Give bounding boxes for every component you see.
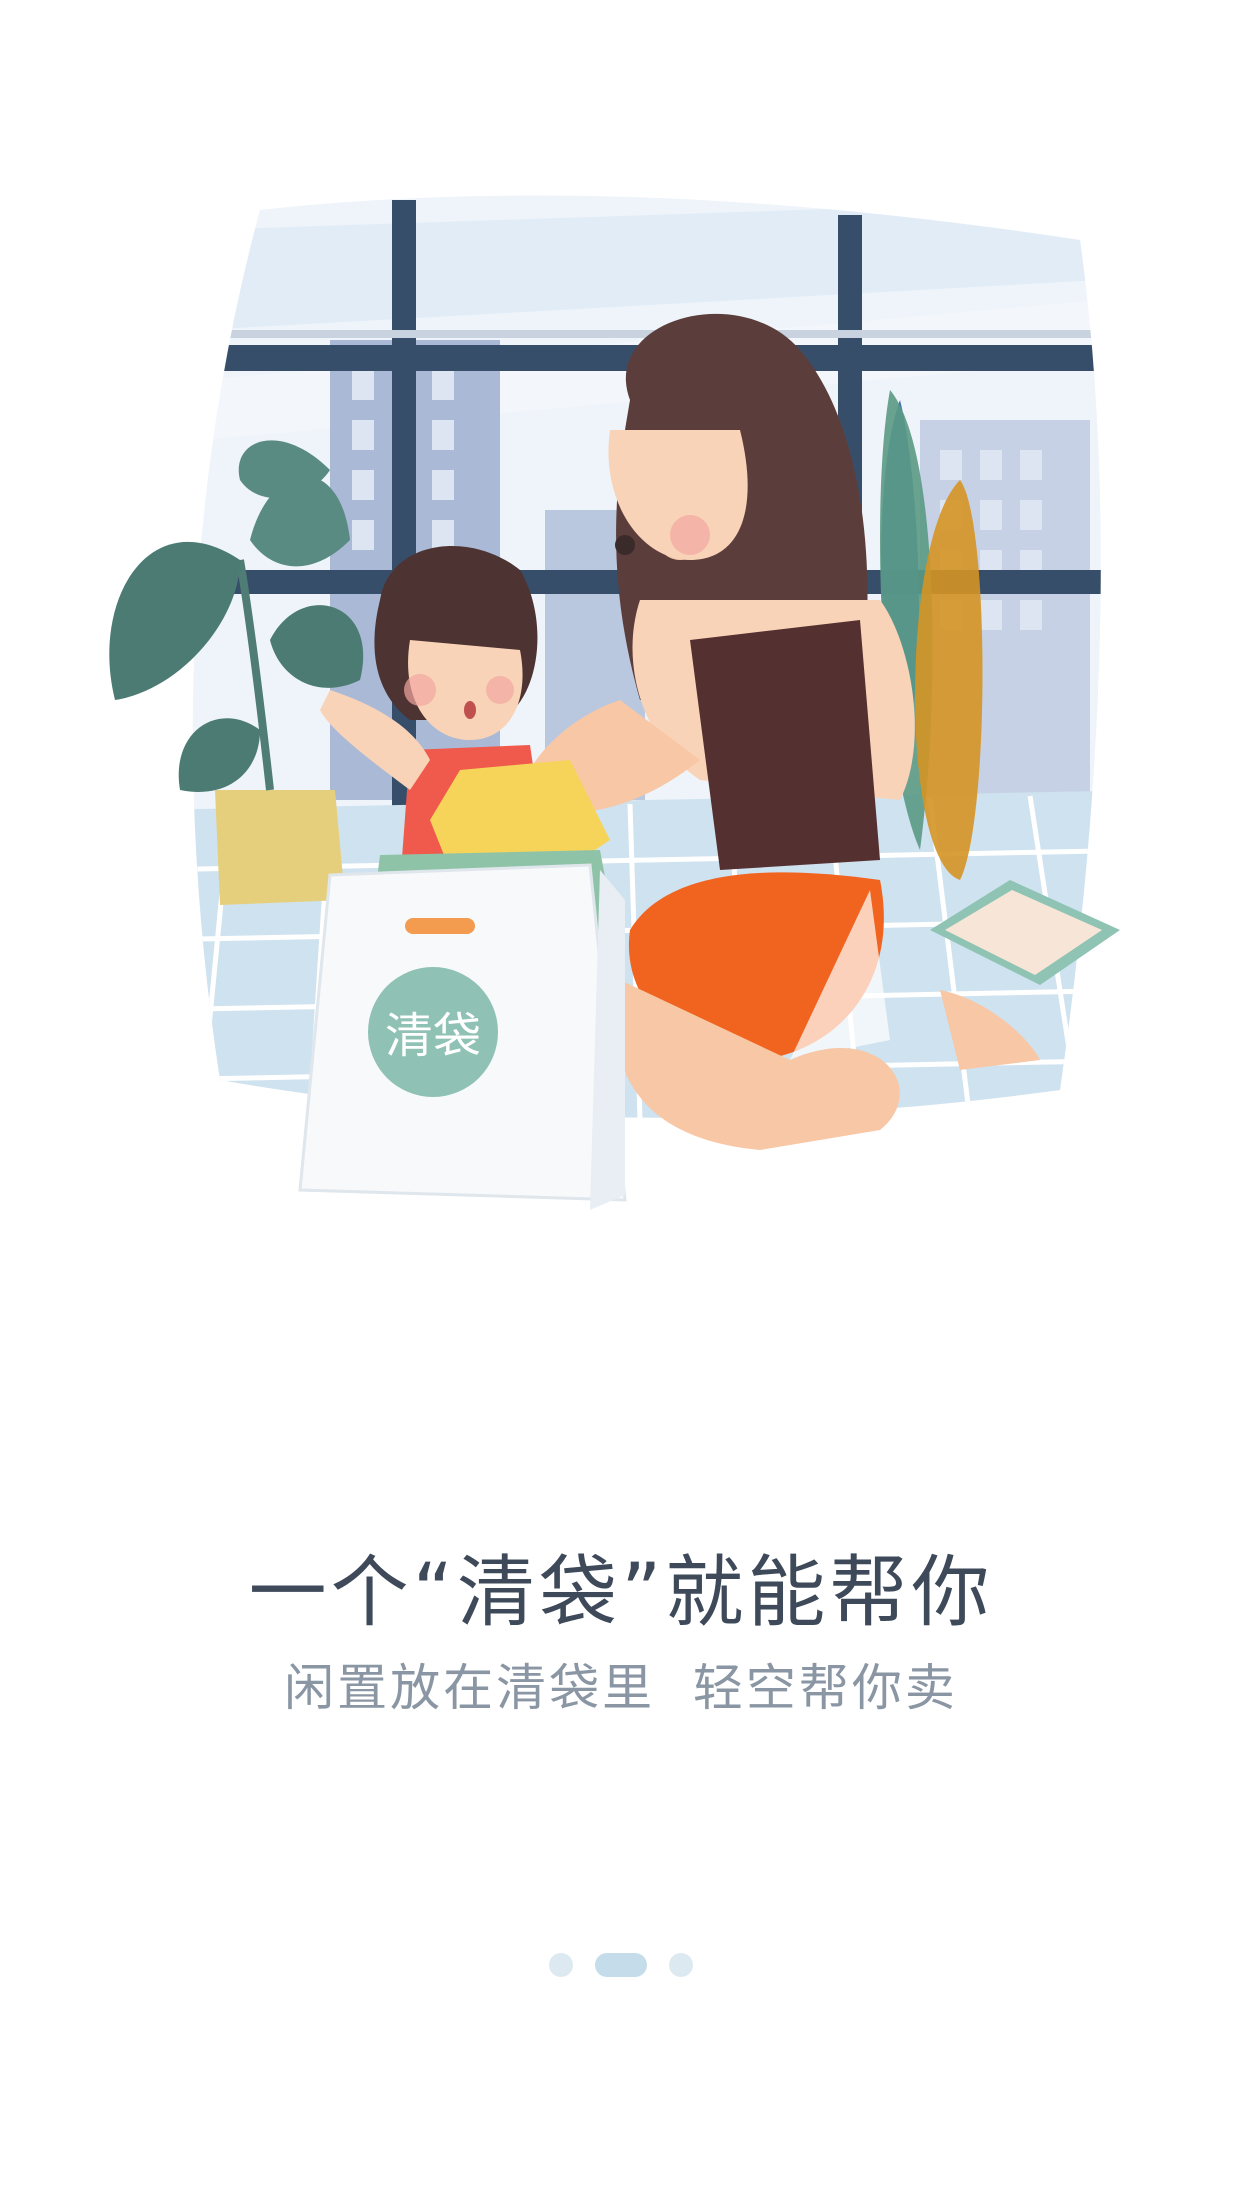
onboarding-subline: 闲置放在清袋里 轻空帮你卖	[284, 1659, 958, 1717]
page-indicator[interactable]	[0, 1953, 1242, 1977]
page-dot-3[interactable]	[669, 1953, 693, 1977]
page-dot-1[interactable]	[549, 1953, 573, 1977]
onboarding-illustration: 清袋	[109, 195, 1120, 1210]
onboarding-headline: 一个“清袋”就能帮你	[248, 1548, 994, 1638]
bag-logo-text: 清袋	[385, 1008, 481, 1064]
shopping-bag: 清袋	[298, 863, 627, 1210]
page-dot-2-active[interactable]	[595, 1953, 647, 1977]
